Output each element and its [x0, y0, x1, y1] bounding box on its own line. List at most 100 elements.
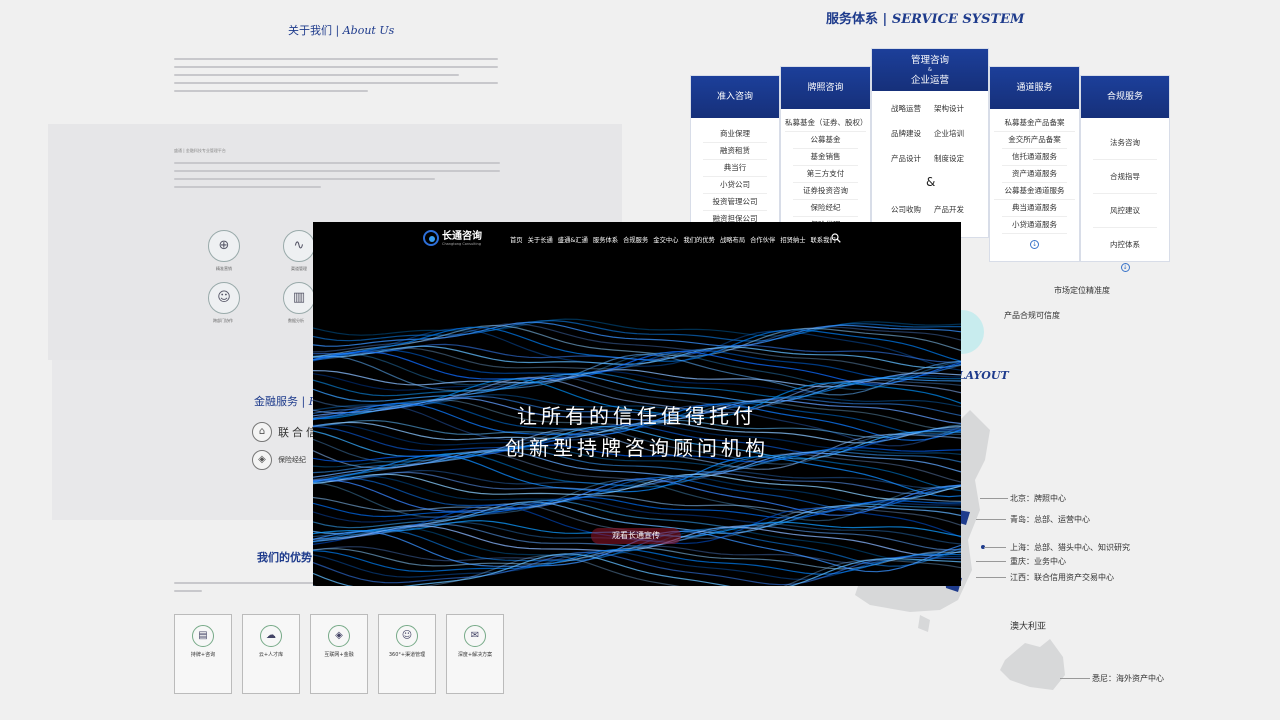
service-column-channel[interactable]: 通道服务 私募基金产品备案 金交所产品备案 信托通道服务 资产通道服务 公募基金…	[989, 66, 1080, 262]
watch-video-button[interactable]: 观看长通宣传	[591, 528, 681, 544]
service-item[interactable]: 典当通道服务	[1002, 200, 1067, 217]
about-section: 关于我们 | About Us	[150, 10, 510, 120]
advantage-card[interactable]: ◈ 互联网+金融	[310, 614, 368, 694]
homepage-window[interactable]: 长通咨询 Changtong Consulting 首页 关于长通 盛通&汇通 …	[313, 222, 961, 586]
hero-subheadline: 创新型持牌咨询顾问机构	[505, 436, 769, 460]
map-label-sydney: 悉尼：海外资产中心	[1092, 674, 1164, 683]
map-label-shanghai: 上海：总部、猎头中心、知识研究	[1010, 543, 1130, 552]
about-title: 关于我们 | About Us	[288, 24, 395, 37]
nav-advantage[interactable]: 我们的优势	[683, 235, 714, 244]
nav-strategy[interactable]: 战略布局	[720, 235, 745, 244]
service-item[interactable]: 典当行	[703, 160, 767, 177]
service-item[interactable]: 信托通道服务	[1002, 149, 1067, 166]
nav-careers[interactable]: 招贤纳士	[780, 235, 805, 244]
service-column-head: 通道服务	[990, 67, 1079, 109]
service-item[interactable]: 架构设计	[934, 103, 964, 114]
advantage-title: 我们的优势	[257, 551, 312, 564]
service-column-management[interactable]: 管理咨询 & 企业运营 战略运营 架构设计 品牌建设 企业培训 产品设计 制度设…	[871, 48, 989, 238]
platform-text-placeholder	[174, 162, 500, 194]
advantage-card[interactable]: ✉ 深度+解决方案	[446, 614, 504, 694]
service-item[interactable]: 私募基金产品备案	[994, 115, 1075, 132]
logo-subtext: Changtong Consulting	[442, 241, 481, 246]
advantage-card[interactable]: ☁ 云+人才库	[242, 614, 300, 694]
service-item[interactable]: 战略运营	[891, 103, 921, 114]
advantage-card[interactable]: ▤ 持牌+咨询	[174, 614, 232, 694]
about-text-placeholder	[174, 58, 498, 98]
service-item[interactable]: 金交所产品备案	[1002, 132, 1067, 149]
service-item[interactable]: 制度设定	[934, 153, 964, 164]
service-column-head: 牌照咨询	[781, 67, 870, 109]
bank-icon: ⌂	[252, 422, 272, 442]
search-icon[interactable]	[831, 233, 841, 243]
service-column-head: 管理咨询 & 企业运营	[872, 49, 988, 91]
service-metric: 产品合规可信度	[1004, 311, 1060, 320]
chat-icon: ✉	[464, 625, 486, 647]
service-column-head: 准入咨询	[691, 76, 779, 118]
map-label-chongqing: 重庆：业务中心	[1010, 557, 1066, 566]
service-item[interactable]: 品牌建设	[891, 128, 921, 139]
service-item[interactable]: 产品开发	[934, 204, 964, 215]
service-item[interactable]: 证券投资咨询	[793, 183, 858, 200]
icon-caption: 精准营销	[216, 266, 232, 271]
service-item[interactable]: 基金销售	[793, 149, 858, 166]
nav-shengtong[interactable]: 盛通&汇通	[558, 235, 588, 244]
hero-headline: 让所有的信任值得托付	[517, 404, 757, 428]
chart-icon: ▥	[283, 282, 315, 314]
service-item[interactable]: 产品设计	[891, 153, 921, 164]
map-line	[976, 577, 1006, 578]
service-item[interactable]: 保险经纪	[793, 200, 858, 217]
logo[interactable]: 长通咨询 Changtong Consulting	[423, 230, 482, 246]
service-column-license[interactable]: 牌照咨询 私募基金（证券、股权） 公募基金 基金销售 第三方支付 证券投资咨询 …	[780, 66, 871, 236]
service-column-access[interactable]: 准入咨询 商业保理 融资租赁 典当行 小贷公司 投资管理公司 融资担保公司	[690, 75, 780, 235]
map-label-jiangxi: 江西：联合信用资产交易中心	[1010, 573, 1114, 582]
service-item[interactable]: 投资管理公司	[703, 194, 767, 211]
service-item[interactable]: 内控体系	[1093, 228, 1157, 261]
service-item[interactable]: 企业培训	[934, 128, 964, 139]
nav-menu: 首页 关于长通 盛通&汇通 服务体系 合规服务 金交中心 我们的优势 战略布局 …	[510, 235, 836, 244]
service-item[interactable]: 法务咨询	[1093, 126, 1157, 160]
route-icon: ∿	[283, 230, 315, 262]
service-item[interactable]: 私募基金（证券、股权）	[785, 115, 868, 132]
service-item[interactable]: 公募基金通道服务	[994, 183, 1075, 200]
service-metric: 市场定位精准度	[1054, 286, 1110, 295]
nav-exchange[interactable]: 金交中心	[653, 235, 678, 244]
map-line	[976, 561, 1006, 562]
users-icon: ☺	[208, 282, 240, 314]
service-item[interactable]: 资产通道服务	[1002, 166, 1067, 183]
target-icon: ⊕	[208, 230, 240, 262]
nav-about[interactable]: 关于长通	[528, 235, 553, 244]
nav-partners[interactable]: 合作伙伴	[750, 235, 775, 244]
map-line	[980, 498, 1008, 499]
people-icon: ☺	[396, 625, 418, 647]
expand-more-icon[interactable]: ↓	[1030, 240, 1039, 249]
expand-more-icon[interactable]: ↓	[1120, 263, 1130, 272]
icon-caption: 跨部门协作	[213, 318, 233, 323]
map-label-australia: 澳大利亚	[1010, 622, 1047, 632]
service-item[interactable]: 合规指导	[1093, 160, 1157, 194]
service-item[interactable]: 小贷通道服务	[1002, 217, 1067, 234]
service-item[interactable]: 融资租赁	[703, 143, 767, 160]
service-item[interactable]: 公募基金	[793, 132, 858, 149]
icon-caption: 渠道管理	[291, 266, 307, 271]
logo-text: 长通咨询	[442, 230, 482, 242]
id-card-icon: ▤	[192, 625, 214, 647]
nav-compliance[interactable]: 合规服务	[623, 235, 648, 244]
service-column-head: 合规服务	[1081, 76, 1169, 118]
service-column-compliance[interactable]: 合规服务 法务咨询 合规指导 风控建议 内控体系 ↓	[1080, 75, 1170, 272]
logo-icon	[423, 230, 439, 246]
service-item[interactable]: 小贷公司	[703, 177, 767, 194]
service-item[interactable]: 商业保理	[703, 126, 767, 143]
finance-item[interactable]: ⌂ 联合信	[252, 422, 320, 442]
ampersand: &	[926, 175, 936, 189]
nav-service[interactable]: 服务体系	[593, 235, 618, 244]
service-item[interactable]: 公司收购	[891, 204, 921, 215]
service-title: 服务体系 | SERVICE SYSTEM	[826, 12, 1025, 27]
advantage-card[interactable]: ☺ 360°+渠道管理	[378, 614, 436, 694]
service-item[interactable]: 风控建议	[1093, 194, 1157, 228]
map-line	[984, 547, 1006, 548]
finance-item[interactable]: ◈ 保险经纪	[252, 450, 306, 470]
nav-home[interactable]: 首页	[510, 235, 523, 244]
service-item[interactable]: 第三方支付	[793, 166, 858, 183]
icon-caption: 数据分析	[288, 318, 304, 323]
top-nav: 长通咨询 Changtong Consulting 首页 关于长通 盛通&汇通 …	[313, 222, 961, 258]
